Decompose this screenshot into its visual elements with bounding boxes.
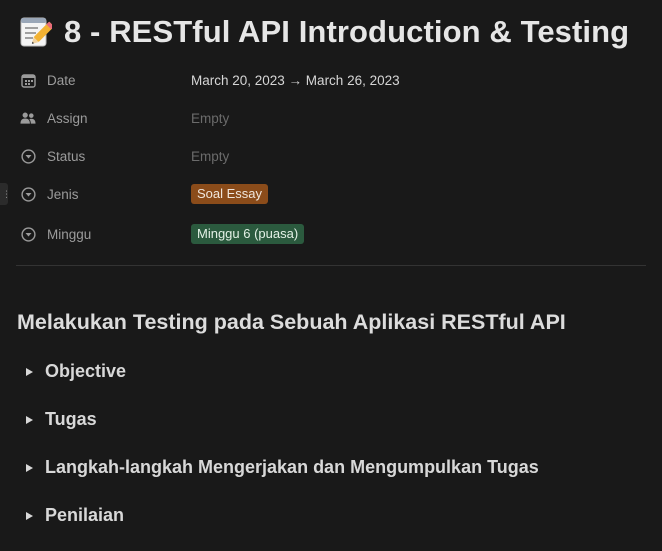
property-row-status[interactable]: Status Empty — [20, 140, 640, 172]
toggle-label: Langkah-langkah Mengerjakan dan Mengumpu… — [45, 457, 539, 477]
toggle-objective[interactable]: Objective — [22, 361, 126, 382]
property-label: Date — [47, 72, 76, 88]
toggle-tugas[interactable]: Tugas — [22, 409, 97, 430]
property-row-date[interactable]: Date March 20, 2023 → March 26, 2023 — [20, 64, 640, 96]
date-value[interactable]: March 20, 2023 → March 26, 2023 — [191, 73, 400, 88]
drag-handle-icon: ⋮ — [2, 189, 11, 199]
minggu-tag[interactable]: Minggu 6 (puasa) — [191, 224, 305, 244]
select-circle-icon — [20, 148, 36, 164]
select-circle-icon — [20, 226, 36, 242]
property-label: Status — [47, 148, 86, 164]
calendar-icon — [20, 72, 36, 88]
page-header: 8 - RESTful API Introduction & Testing — [18, 14, 629, 50]
memo-pencil-icon[interactable] — [18, 15, 52, 49]
page: ⋮ 8 - RESTful API Introduction & Testing — [0, 0, 662, 551]
sidebar-peek-handle[interactable]: ⋮ — [0, 183, 11, 205]
property-row-assign[interactable]: Assign Empty — [20, 102, 640, 134]
property-row-jenis[interactable]: Jenis Soal Essay — [20, 178, 640, 210]
toggle-label: Tugas — [45, 409, 97, 429]
property-label: Jenis — [47, 186, 79, 202]
status-value[interactable]: Empty — [191, 149, 229, 164]
toggle-triangle-icon[interactable] — [22, 509, 36, 523]
assign-value[interactable]: Empty — [191, 111, 229, 126]
toggle-label: Objective — [45, 361, 127, 381]
select-circle-icon — [20, 186, 36, 202]
toggle-langkah-langkah[interactable]: Langkah-langkah Mengerjakan dan Mengumpu… — [22, 457, 539, 478]
section-heading[interactable]: Melakukan Testing pada Sebuah Aplikasi R… — [17, 310, 566, 335]
jenis-tag[interactable]: Soal Essay — [191, 184, 269, 204]
page-title[interactable]: 8 - RESTful API Introduction & Testing — [64, 14, 629, 50]
toggle-triangle-icon[interactable] — [22, 365, 36, 379]
property-label: Assign — [47, 110, 88, 126]
toggle-triangle-icon[interactable] — [22, 461, 36, 475]
property-label: Minggu — [47, 226, 92, 242]
toggle-triangle-icon[interactable] — [22, 413, 36, 427]
people-icon — [20, 110, 36, 126]
property-row-minggu[interactable]: Minggu Minggu 6 (puasa) — [20, 218, 640, 250]
properties-divider — [16, 265, 646, 266]
toggle-label: Penilaian — [45, 505, 125, 525]
toggle-penilaian[interactable]: Penilaian — [22, 505, 124, 526]
